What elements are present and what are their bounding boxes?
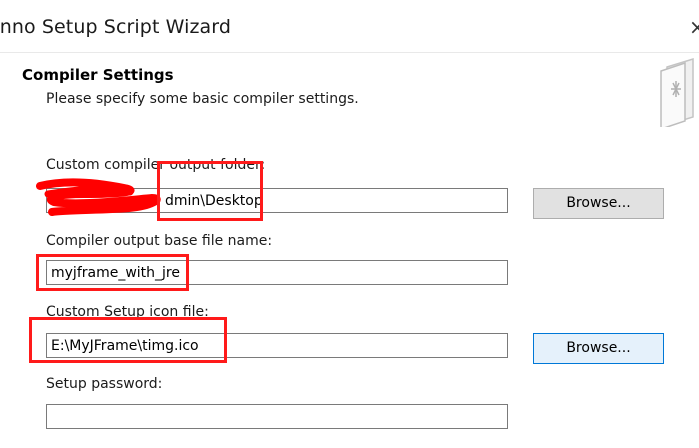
wizard-setup-icon: [660, 57, 694, 127]
setup-password-input[interactable]: [46, 404, 508, 429]
page-heading: Compiler Settings: [22, 66, 174, 84]
window-title: Inno Setup Script Wizard: [0, 16, 232, 38]
redaction-scribble: [36, 178, 161, 216]
title-bar: Inno Setup Script Wizard ×: [0, 0, 699, 52]
header-divider: [0, 52, 699, 53]
browse-setup-icon-button[interactable]: Browse...: [533, 333, 664, 364]
setup-password-label: Setup password:: [46, 376, 163, 392]
browse-output-folder-button[interactable]: Browse...: [533, 188, 664, 219]
page-subheading: Please specify some basic compiler setti…: [46, 91, 359, 107]
setup-icon-label: Custom Setup icon file:: [46, 304, 209, 320]
setup-icon-input[interactable]: [46, 333, 508, 358]
base-file-name-input[interactable]: [46, 260, 508, 285]
close-icon[interactable]: ×: [689, 15, 699, 39]
output-folder-label: Custom compiler output folder:: [46, 157, 266, 173]
base-file-name-label: Compiler output base file name:: [46, 233, 273, 249]
